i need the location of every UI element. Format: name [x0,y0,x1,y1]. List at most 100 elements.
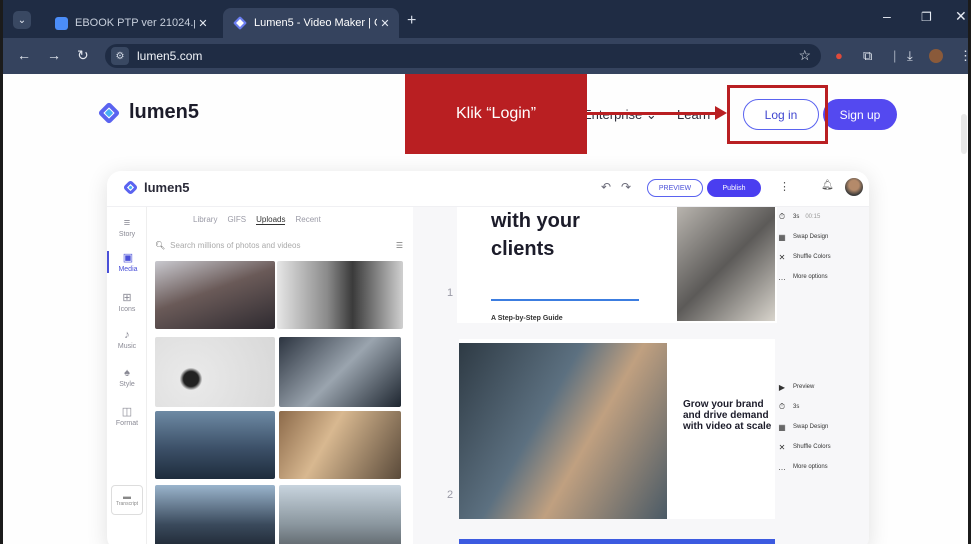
brand-name: lumen5 [129,101,200,123]
swap-design-icon: ▦ [778,232,786,242]
sidebar-item-style: ♠ Style [107,367,147,388]
duration-value: 3s [793,404,800,410]
slide-1: with your clients A Step-by-Step Guide [457,207,777,323]
woman-laptop-image [677,207,775,321]
duration-row: ⏱ 3s 00:15 [777,207,843,227]
total-duration: 00:15 [805,214,821,220]
timer-icon: ⏱ [778,402,786,411]
address-bar[interactable]: ⚙ lumen5.com ☆ [105,44,821,68]
man-headphones-image [459,343,667,519]
snow-person-thumbnail [279,485,401,544]
tab-search-button[interactable]: ⌄ [13,11,31,29]
sidebar-label: Style [119,381,135,388]
more-options-label: More options [793,464,828,470]
buildings-thumbnail [279,337,401,407]
sidebar-label: Format [115,420,139,427]
towers-thumbnail [155,485,275,544]
lumen5-diamond-icon [97,101,121,124]
swap-design-row: ▦ Swap Design [777,417,843,437]
redo-icon: ↷ [621,180,632,194]
more-icon: ⋮ [779,181,790,193]
duration-row: ⏱ 3s [777,397,843,417]
tab-uploads: Uploads [256,215,286,225]
swap-design-row: ▦ Swap Design [777,227,843,247]
play-icon: ▶ [778,382,786,392]
sidebar-label: Story [118,231,136,238]
more-options-row: … More options [777,457,843,477]
close-tab-icon[interactable]: ✕ [195,17,211,30]
media-search: 🔍︎ Search millions of photos and videos … [155,238,403,252]
tab-lumen5[interactable]: Lumen5 - Video Maker | Create ✕ [223,8,399,38]
sidebar-label: Icons [118,306,136,313]
reload-icon[interactable]: ↻ [77,47,89,64]
site-info-icon[interactable]: ⚙ [111,47,129,65]
tab-title: Lumen5 - Video Maker | Create [254,17,377,29]
slide-1-subtitle: A Step-by-Step Guide [491,315,563,322]
sidebar-label: Music [117,343,137,350]
profile-avatar-icon[interactable] [929,49,943,63]
browser-toolbar: ← → ↻ ⚙ lumen5.com ☆ ● ⧉ | ⤓ ⋮ [3,38,968,74]
extension-icon[interactable]: ● [835,48,843,63]
timer-icon: ⏱ [778,212,786,221]
swap-design-icon: ▦ [778,422,786,432]
close-tab-icon[interactable]: ✕ [377,17,393,30]
transcript-label: Transcript [115,501,139,507]
more-options-row: … More options [777,267,843,287]
app-brand: lumen5 [144,180,190,195]
more-options-icon: … [778,462,786,472]
preview-label: Preview [793,384,815,390]
new-tab-icon[interactable]: + [407,12,416,30]
swap-design-label: Swap Design [793,424,829,430]
download-icon[interactable]: ⤓ [907,48,913,64]
tab-title: EBOOK PTP ver 21024.pdf - A4 [75,17,195,29]
minimize-icon[interactable]: – [883,8,891,24]
forward-icon[interactable]: → [47,47,61,63]
slide-3-strip [459,539,775,544]
friends-thumbnail [279,411,401,479]
slide-1-title: with your clients [491,210,580,260]
close-window-icon[interactable]: ✕ [955,8,967,25]
app-logo: lumen5 [122,179,190,196]
extensions-puzzle-icon[interactable]: ⧉ [863,48,872,64]
browser-menu-icon[interactable]: ⋮ [959,48,968,64]
sidebar-item-story: ≡ Story [107,217,147,238]
sidebar-item-music: ♪ Music [107,329,147,350]
signup-button[interactable]: Sign up [823,99,897,130]
walking-people-thumbnail [277,261,403,329]
media-tabs: Library GIFS Uploads Recent [193,215,321,225]
annotation-arrow-line [587,112,717,115]
transcript-button: ▬ Transcript [111,485,143,515]
more-options-label: More options [793,274,828,280]
lumen5-diamond-icon [122,179,139,196]
slide-number: 1 [447,287,454,299]
back-icon[interactable]: ← [17,47,31,63]
sidebar-item-media: ▣ Media [107,251,147,273]
slide-number: 2 [447,489,454,501]
preview-row: ▶ Preview [777,377,843,397]
slide-options-top: ⏱ 3s 00:15 ▦ Swap Design ✕ Shuffle Colors … M… [777,207,843,287]
nav-enterprise[interactable]: Enterprise ⌄ [583,107,657,123]
tutorial-callout: Klik “Login” [405,74,587,154]
search-placeholder: Search millions of photos and videos [170,240,301,250]
browser-window: ⌄ EBOOK PTP ver 21024.pdf - A4 ✕ Lumen5 … [0,0,971,544]
format-icon: ◫ [121,406,133,418]
publish-button: Publish [707,179,761,197]
lumen5-logo[interactable]: lumen5 [97,101,200,124]
page-scrollbar[interactable] [961,114,967,154]
tab-bar: ⌄ EBOOK PTP ver 21024.pdf - A4 ✕ Lumen5 … [3,0,968,38]
tab-gifs: GIFS [227,215,247,224]
slide-1-underline [491,299,639,301]
sidebar-item-icons: ⊞ Icons [107,291,147,313]
maximize-icon[interactable]: ❐ [921,10,932,24]
address-text: lumen5.com [137,49,203,63]
avatar [845,178,863,196]
sidebar-item-format: ◫ Format [107,405,147,427]
tab-recent: Recent [295,215,321,224]
slide-2: Grow your brand and drive demand with vi… [459,339,775,519]
app-preview-image: lumen5 ↶ ↷ PREVIEW Publish ⋮ 🔔︎ ≡ Story ▣… [107,171,869,544]
tab-ebook-pdf[interactable]: EBOOK PTP ver 21024.pdf - A4 ✕ [47,8,217,38]
shuffle-colors-label: Shuffle Colors [793,444,831,450]
bookmark-star-icon[interactable]: ☆ [798,47,811,64]
shuffle-colors-row: ✕ Shuffle Colors [777,247,843,267]
slide-options-bottom: ▶ Preview ⏱ 3s ▦ Swap Design ✕ Shuffle Color… [777,377,843,477]
